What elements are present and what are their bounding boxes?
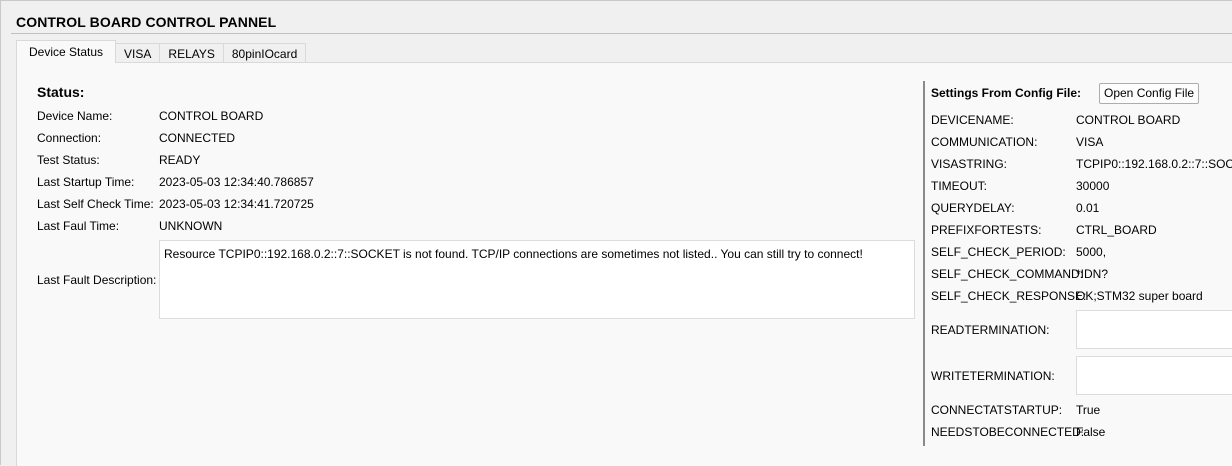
- last-self-check-time-label: Last Self Check Time:: [37, 197, 154, 211]
- setting-communication-label: COMMUNICATION:: [931, 135, 1038, 149]
- setting-self-check-period-value: 5000,: [1076, 245, 1107, 259]
- device-name-value: CONTROL BOARD: [159, 109, 264, 123]
- setting-prefixfortests-value: CTRL_BOARD: [1076, 223, 1157, 237]
- last-startup-time-value: 2023-05-03 12:34:40.786857: [159, 175, 314, 189]
- last-self-check-time-value: 2023-05-03 12:34:41.720725: [159, 197, 314, 211]
- tab-device-status[interactable]: Device Status: [16, 40, 117, 63]
- setting-self-check-command-value: *IDN?: [1076, 267, 1109, 281]
- tab-80pin-io-card[interactable]: 80pinIOcard: [222, 43, 307, 63]
- setting-self-check-period-label: SELF_CHECK_PERIOD:: [931, 245, 1066, 259]
- group-border: [11, 33, 1232, 34]
- setting-connectatstartup-label: CONNECTATSTARTUP:: [931, 403, 1063, 417]
- setting-readtermination-label: READTERMINATION:: [931, 323, 1050, 337]
- open-config-file-button[interactable]: Open Config File: [1099, 83, 1200, 104]
- setting-timeout-value: 30000: [1076, 179, 1110, 193]
- setting-self-check-command-label: SELF_CHECK_COMMAND:: [931, 267, 1084, 281]
- last-fault-description-label: Last Fault Description:: [37, 273, 157, 287]
- tab-visa[interactable]: VISA: [115, 43, 161, 63]
- setting-needstobeconnected-value: False: [1076, 425, 1106, 439]
- setting-querydelay-value: 0.01: [1076, 201, 1100, 215]
- setting-communication-value: VISA: [1076, 135, 1104, 149]
- panel-title: CONTROL BOARD CONTROL PANNEL: [16, 14, 277, 30]
- setting-needstobeconnected-label: NEEDSTOBECONNECTED:: [931, 425, 1085, 439]
- test-status-label: Test Status:: [37, 153, 100, 167]
- setting-self-check-response-value: OK;STM32 super board: [1076, 289, 1203, 303]
- last-fault-time-label: Last Faul Time:: [37, 219, 120, 233]
- setting-writetermination-label: WRITETERMINATION:: [931, 369, 1055, 383]
- last-startup-time-label: Last Startup Time:: [37, 175, 135, 189]
- setting-devicename-label: DEVICENAME:: [931, 113, 1014, 127]
- last-fault-time-value: UNKNOWN: [159, 219, 223, 233]
- test-status-value: READY: [159, 153, 201, 167]
- section-divider: [923, 81, 925, 446]
- readtermination-input[interactable]: [1076, 310, 1232, 349]
- tab-relays[interactable]: RELAYS: [159, 43, 224, 63]
- device-status-panel: Status: Device Name: CONTROL BOARD Conne…: [16, 62, 1232, 466]
- device-name-label: Device Name:: [37, 109, 113, 123]
- setting-querydelay-label: QUERYDELAY:: [931, 201, 1015, 215]
- connection-value: CONNECTED: [159, 131, 236, 145]
- control-panel-window: CONTROL BOARD CONTROL PANNEL Device Stat…: [0, 0, 1232, 466]
- setting-self-check-response-label: SELF_CHECK_RESPONSE:: [931, 289, 1087, 303]
- last-fault-description-textbox[interactable]: Resource TCPIP0::192.168.0.2::7::SOCKET …: [159, 240, 915, 319]
- connection-label: Connection:: [37, 131, 102, 145]
- tab-bar: Device Status VISA RELAYS 80pinIOcard: [16, 39, 307, 63]
- writetermination-input[interactable]: [1076, 356, 1232, 395]
- setting-connectatstartup-value: True: [1076, 403, 1101, 417]
- setting-devicename-value: CONTROL BOARD: [1076, 113, 1181, 127]
- setting-visastring-label: VISASTRING:: [931, 157, 1008, 171]
- status-heading: Status:: [37, 84, 85, 100]
- setting-visastring-value: TCPIP0::192.168.0.2::7::SOCKET: [1076, 157, 1232, 171]
- setting-timeout-label: TIMEOUT:: [931, 179, 987, 193]
- settings-heading: Settings From Config File:: [931, 86, 1081, 100]
- setting-prefixfortests-label: PREFIXFORTESTS:: [931, 223, 1042, 237]
